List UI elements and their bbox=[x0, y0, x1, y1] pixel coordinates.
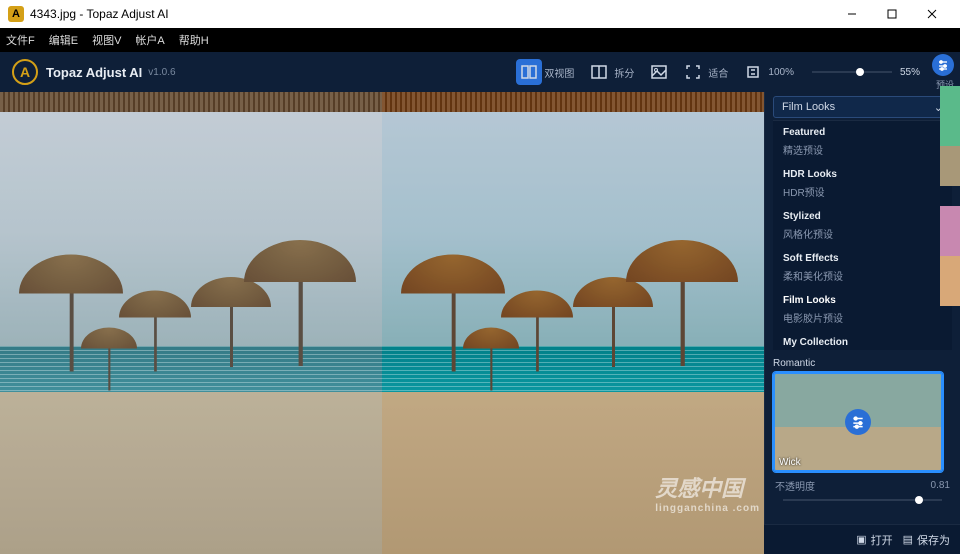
toolbar: A Topaz Adjust AI v1.0.6 双视图 拆分 适合 100% … bbox=[0, 52, 960, 92]
adjust-icon[interactable] bbox=[845, 409, 871, 435]
category-hdr-looks[interactable]: HDR LooksHDR预设 bbox=[773, 163, 952, 205]
category-soft-effects[interactable]: Soft Effects柔和美化预设 bbox=[773, 247, 952, 289]
category-dropdown[interactable]: Film Looks ⌄ bbox=[773, 96, 952, 118]
opacity-label: 不透明度 bbox=[775, 478, 815, 493]
category-stylized[interactable]: Stylized风格化预设 bbox=[773, 205, 952, 247]
menu-account[interactable]: 帐户A bbox=[135, 32, 164, 48]
category-featured[interactable]: Featured精选预设 bbox=[773, 121, 952, 163]
preset-thumb-selected[interactable]: Wick bbox=[773, 372, 943, 472]
preset-name: Wick bbox=[779, 457, 801, 468]
zoom-100-button[interactable] bbox=[740, 59, 766, 85]
app-logo-icon: A bbox=[12, 59, 38, 85]
main-area: Film Looks ⌄ Featured精选预设 HDR LooksHDR预设… bbox=[0, 92, 960, 554]
app-version: v1.0.6 bbox=[148, 67, 175, 78]
fit-label: 适合 bbox=[708, 65, 728, 80]
sidebar: Film Looks ⌄ Featured精选预设 HDR LooksHDR预设… bbox=[764, 92, 960, 554]
dual-view-button[interactable] bbox=[516, 59, 542, 85]
viewport[interactable] bbox=[0, 92, 764, 554]
save-as-button[interactable]: ▤ 保存为 bbox=[903, 532, 950, 548]
after-image bbox=[382, 92, 764, 554]
before-image bbox=[0, 92, 382, 554]
save-icon: ▤ bbox=[903, 533, 913, 546]
dual-view-label: 双视图 bbox=[544, 65, 574, 80]
category-my-collection[interactable]: My Collection bbox=[773, 331, 952, 350]
opacity-row: 不透明度 0.81 bbox=[765, 476, 960, 499]
opacity-value: 0.81 bbox=[931, 480, 950, 491]
minimize-button[interactable] bbox=[832, 0, 872, 28]
menu-file[interactable]: 文件F bbox=[6, 32, 35, 48]
maximize-button[interactable] bbox=[872, 0, 912, 28]
footer: ▣ 打开 ▤ 保存为 bbox=[764, 524, 960, 554]
fit-button[interactable] bbox=[680, 59, 706, 85]
zoom-slider[interactable] bbox=[812, 71, 892, 73]
menu-edit[interactable]: 编辑E bbox=[49, 32, 78, 48]
opacity-slider[interactable] bbox=[783, 499, 942, 501]
zoom-100-label: 100% bbox=[768, 67, 794, 78]
category-film-looks[interactable]: Film Looks电影胶片预设 bbox=[773, 289, 952, 331]
app-icon-small: A bbox=[8, 6, 24, 22]
preset-group-label: Romantic bbox=[773, 358, 952, 369]
preset-thumb-partial-1[interactable] bbox=[940, 86, 960, 186]
preset-thumbs: Romantic Wick bbox=[765, 350, 960, 476]
partial-thumbs bbox=[940, 86, 960, 326]
folder-icon: ▣ bbox=[856, 533, 866, 546]
window-title: 4343.jpg - Topaz Adjust AI bbox=[30, 7, 169, 21]
category-list: Featured精选预设 HDR LooksHDR预设 Stylized风格化预… bbox=[773, 120, 952, 350]
presets-settings-button[interactable] bbox=[932, 54, 954, 76]
image-mode-button[interactable] bbox=[646, 59, 672, 85]
preset-thumb-partial-2[interactable] bbox=[940, 206, 960, 306]
open-button[interactable]: ▣ 打开 bbox=[856, 532, 892, 548]
close-button[interactable] bbox=[912, 0, 952, 28]
dropdown-value: Film Looks bbox=[782, 101, 835, 113]
menu-view[interactable]: 视图V bbox=[92, 32, 121, 48]
split-view-button[interactable] bbox=[586, 59, 612, 85]
zoom-percent: 55% bbox=[900, 67, 920, 78]
split-view-label: 拆分 bbox=[614, 65, 634, 80]
titlebar: A 4343.jpg - Topaz Adjust AI bbox=[0, 0, 960, 28]
menubar: 文件F 编辑E 视图V 帐户A 帮助H bbox=[0, 28, 960, 52]
menu-help[interactable]: 帮助H bbox=[179, 32, 209, 48]
app-name: Topaz Adjust AI bbox=[46, 65, 142, 80]
